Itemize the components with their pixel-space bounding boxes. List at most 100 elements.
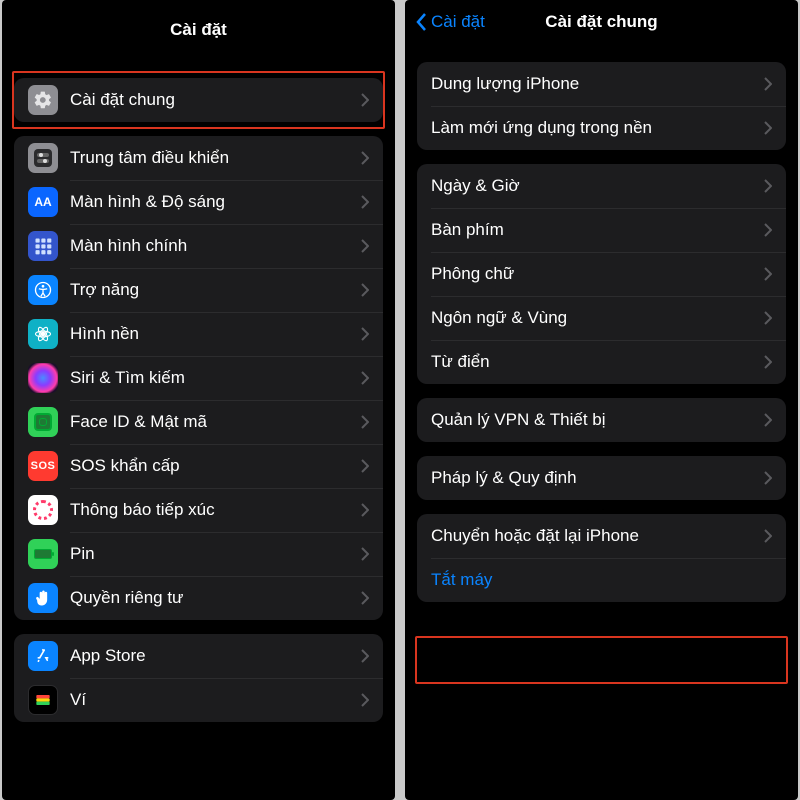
text-size-icon: AA xyxy=(28,187,58,217)
chevron-right-icon xyxy=(361,151,369,165)
chevron-right-icon xyxy=(764,223,772,237)
appstore-icon xyxy=(28,641,58,671)
group-storage: Dung lượng iPhone Làm mới ứng dụng trong… xyxy=(417,62,786,150)
row-control-center[interactable]: Trung tâm điều khiển xyxy=(14,136,383,180)
highlight-reset xyxy=(415,636,788,684)
row-label: Trung tâm điều khiển xyxy=(70,148,353,168)
row-label: Màn hình & Độ sáng xyxy=(70,192,353,212)
chevron-right-icon xyxy=(361,649,369,663)
row-general[interactable]: Cài đặt chung xyxy=(14,78,383,122)
row-language-region[interactable]: Ngôn ngữ & Vùng xyxy=(417,296,786,340)
wallet-icon xyxy=(28,685,58,715)
row-label: Quyền riêng tư xyxy=(70,588,353,608)
chevron-right-icon xyxy=(764,471,772,485)
chevron-right-icon xyxy=(361,503,369,517)
row-keyboard[interactable]: Bàn phím xyxy=(417,208,786,252)
row-display[interactable]: AA Màn hình & Độ sáng xyxy=(14,180,383,224)
row-label: Bàn phím xyxy=(431,220,756,240)
row-battery[interactable]: Pin xyxy=(14,532,383,576)
chevron-right-icon xyxy=(764,413,772,427)
row-label: Từ điển xyxy=(431,352,756,372)
accessibility-icon xyxy=(28,275,58,305)
chevron-right-icon xyxy=(764,311,772,325)
chevron-right-icon xyxy=(764,77,772,91)
nav-bar: Cài đặt Cài đặt chung xyxy=(405,0,798,44)
settings-screen: Cài đặt Cài đặt chung Trung tâm điều khi… xyxy=(2,0,395,800)
row-legal[interactable]: Pháp lý & Quy định xyxy=(417,456,786,500)
battery-icon xyxy=(28,539,58,569)
nav-title: Cài đặt xyxy=(2,0,395,60)
chevron-right-icon xyxy=(361,327,369,341)
page-title: Cài đặt xyxy=(170,20,227,40)
row-siri[interactable]: Siri & Tìm kiếm xyxy=(14,356,383,400)
row-label: App Store xyxy=(70,646,353,666)
row-iphone-storage[interactable]: Dung lượng iPhone xyxy=(417,62,786,106)
row-label: Tắt máy xyxy=(431,570,772,590)
chevron-right-icon xyxy=(764,529,772,543)
row-wallpaper[interactable]: Hình nền xyxy=(14,312,383,356)
chevron-right-icon xyxy=(361,371,369,385)
chevron-right-icon xyxy=(361,591,369,605)
row-label: Hình nền xyxy=(70,324,353,344)
group-locale: Ngày & Giờ Bàn phím Phông chữ Ngôn ngữ &… xyxy=(417,164,786,384)
faceid-icon xyxy=(28,407,58,437)
row-vpn-device[interactable]: Quản lý VPN & Thiết bị xyxy=(417,398,786,442)
row-home-screen[interactable]: Màn hình chính xyxy=(14,224,383,268)
chevron-right-icon xyxy=(361,195,369,209)
chevron-right-icon xyxy=(361,547,369,561)
chevron-right-icon xyxy=(764,179,772,193)
row-dictionary[interactable]: Từ điển xyxy=(417,340,786,384)
exposure-icon xyxy=(28,495,58,525)
sliders-icon xyxy=(28,143,58,173)
row-label: Ngày & Giờ xyxy=(431,176,756,196)
row-date-time[interactable]: Ngày & Giờ xyxy=(417,164,786,208)
hand-icon xyxy=(28,583,58,613)
row-privacy[interactable]: Quyền riêng tư xyxy=(14,576,383,620)
row-sos[interactable]: SOS SOS khẩn cấp xyxy=(14,444,383,488)
row-label: Dung lượng iPhone xyxy=(431,74,756,94)
row-label: Cài đặt chung xyxy=(70,90,353,110)
row-shutdown[interactable]: Tắt máy xyxy=(417,558,786,602)
chevron-right-icon xyxy=(361,283,369,297)
row-label: Thông báo tiếp xúc xyxy=(70,500,353,520)
row-label: Trợ năng xyxy=(70,280,353,300)
chevron-right-icon xyxy=(361,239,369,253)
row-label: Pin xyxy=(70,544,353,564)
chevron-left-icon xyxy=(415,12,427,32)
general-screen: Cài đặt Cài đặt chung Dung lượng iPhone … xyxy=(405,0,798,800)
sos-icon: SOS xyxy=(28,451,58,481)
row-label: Siri & Tìm kiếm xyxy=(70,368,353,388)
chevron-right-icon xyxy=(361,459,369,473)
row-wallet[interactable]: Ví xyxy=(14,678,383,722)
row-faceid[interactable]: Face ID & Mật mã xyxy=(14,400,383,444)
chevron-right-icon xyxy=(764,267,772,281)
back-button[interactable]: Cài đặt xyxy=(415,12,485,32)
chevron-right-icon xyxy=(361,415,369,429)
row-label: Pháp lý & Quy định xyxy=(431,468,756,488)
flower-icon xyxy=(28,319,58,349)
row-label: Ví xyxy=(70,690,353,710)
back-label: Cài đặt xyxy=(431,12,485,32)
group-legal: Pháp lý & Quy định xyxy=(417,456,786,500)
row-exposure[interactable]: Thông báo tiếp xúc xyxy=(14,488,383,532)
group-display: Trung tâm điều khiển AA Màn hình & Độ sá… xyxy=(14,136,383,620)
row-label: Ngôn ngữ & Vùng xyxy=(431,308,756,328)
row-appstore[interactable]: App Store xyxy=(14,634,383,678)
row-label: SOS khẩn cấp xyxy=(70,456,353,476)
row-label: Quản lý VPN & Thiết bị xyxy=(431,410,756,430)
chevron-right-icon xyxy=(764,121,772,135)
row-accessibility[interactable]: Trợ năng xyxy=(14,268,383,312)
group-reset: Chuyển hoặc đặt lại iPhone Tắt máy xyxy=(417,514,786,602)
grid-icon xyxy=(28,231,58,261)
row-label: Làm mới ứng dụng trong nền xyxy=(431,118,756,138)
row-transfer-reset[interactable]: Chuyển hoặc đặt lại iPhone xyxy=(417,514,786,558)
group-store: App Store Ví xyxy=(14,634,383,722)
group-vpn: Quản lý VPN & Thiết bị xyxy=(417,398,786,442)
row-fonts[interactable]: Phông chữ xyxy=(417,252,786,296)
chevron-right-icon xyxy=(764,355,772,369)
row-label: Màn hình chính xyxy=(70,236,353,256)
chevron-right-icon xyxy=(361,93,369,107)
row-label: Face ID & Mật mã xyxy=(70,412,353,432)
row-label: Phông chữ xyxy=(431,264,756,284)
row-background-refresh[interactable]: Làm mới ứng dụng trong nền xyxy=(417,106,786,150)
